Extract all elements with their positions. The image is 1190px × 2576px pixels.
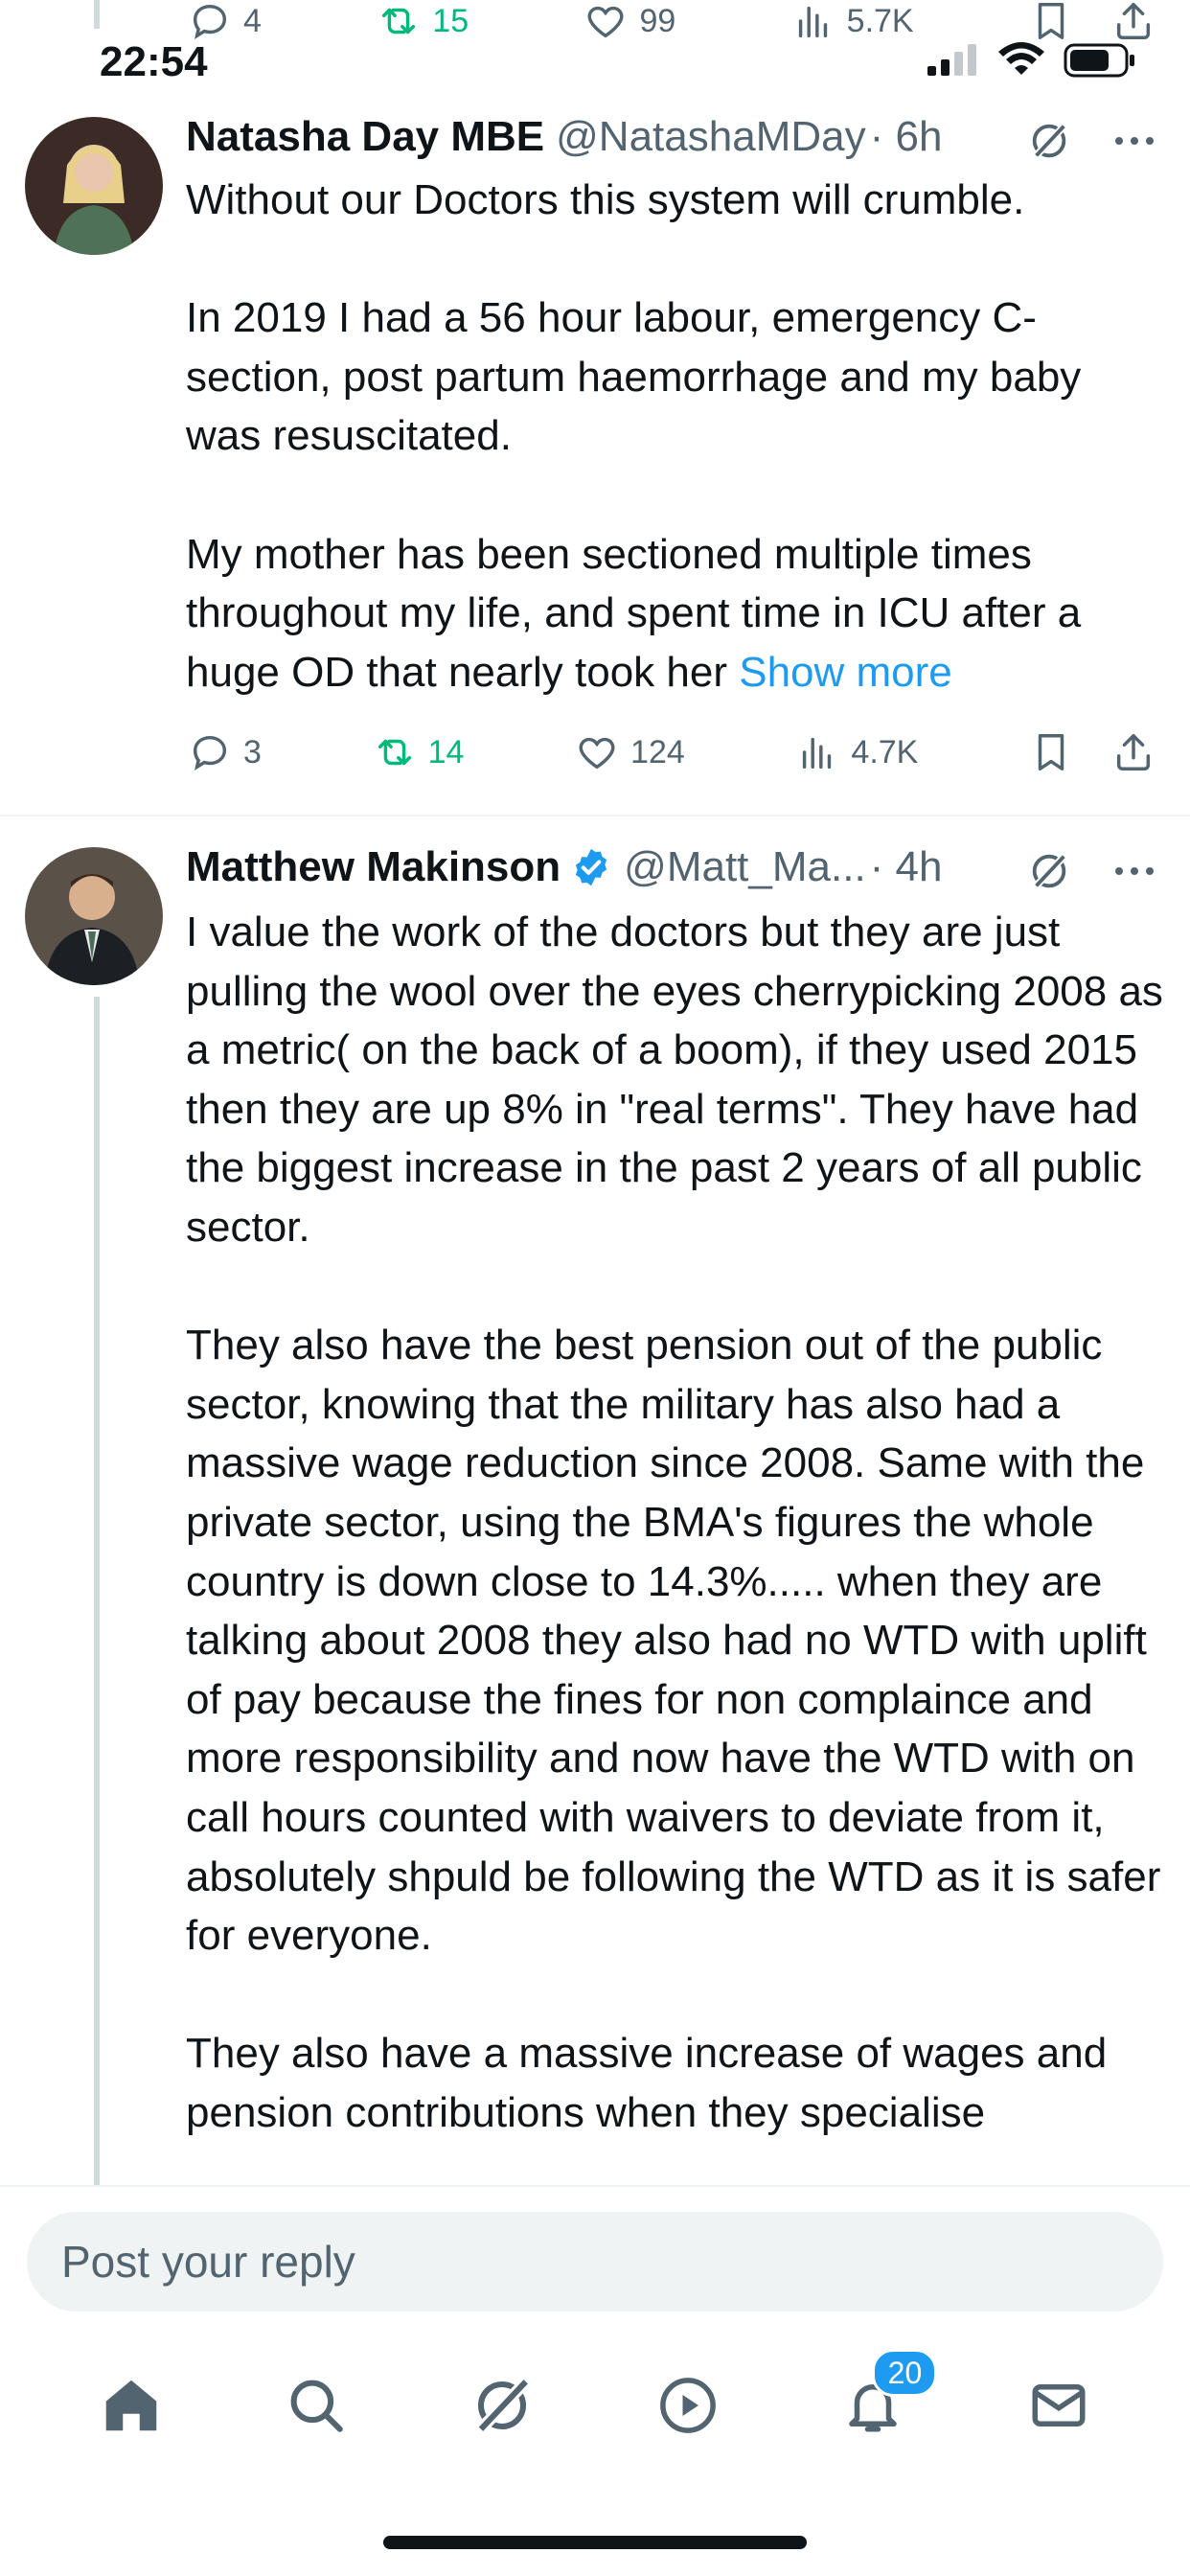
avatar[interactable] — [25, 847, 163, 985]
grok-icon[interactable] — [1027, 849, 1071, 893]
tweet-paragraph: They also have the best pension out of t… — [186, 1322, 1161, 1960]
nav-home[interactable] — [88, 2362, 174, 2449]
nav-messages[interactable] — [1016, 2362, 1102, 2449]
tweet-text: Without our Doctors this system will cru… — [186, 171, 1163, 702]
avatar[interactable] — [25, 117, 163, 255]
mail-icon — [1032, 2384, 1086, 2426]
tweet-paragraph: My mother has been sectioned multiple ti… — [186, 525, 1163, 702]
home-indicator — [383, 2536, 807, 2549]
tweet-divider — [0, 815, 1190, 816]
repost-button[interactable]: 14 — [373, 730, 465, 774]
grok-icon — [473, 2375, 534, 2436]
views-button[interactable]: 4.7K — [795, 730, 918, 774]
previous-tweet-actions: 4 15 99 5.7K — [188, 0, 1156, 48]
bookmark-share-group — [1029, 0, 1156, 43]
post-time: · 6h — [869, 113, 943, 160]
reply-count: 4 — [243, 2, 262, 39]
tweet-menu — [1027, 849, 1156, 893]
views-icon — [803, 737, 832, 770]
handle[interactable]: @NatashaMDay — [556, 113, 865, 161]
repost-button[interactable]: 15 — [377, 0, 469, 43]
avatar-natasha — [25, 117, 163, 255]
post-time: · 4h — [869, 843, 943, 890]
nav-grok[interactable] — [459, 2362, 545, 2449]
heart-icon — [588, 6, 624, 38]
like-count: 99 — [639, 2, 676, 39]
tweet-actions: 3 14 124 4.7K — [188, 725, 1156, 779]
heart-icon — [579, 737, 615, 770]
thread-line — [94, 0, 100, 29]
avatar-matthew — [25, 847, 163, 985]
tweet-paragraph: Without our Doctors this system will cru… — [186, 176, 1025, 223]
views-count: 5.7K — [846, 2, 914, 39]
reply-button[interactable]: 4 — [188, 0, 262, 43]
like-button[interactable]: 124 — [575, 730, 685, 774]
more-icon[interactable] — [1113, 865, 1156, 877]
views-count: 4.7K — [851, 733, 919, 770]
bookmark-icon[interactable] — [1029, 730, 1073, 774]
display-name[interactable]: Matthew Makinson — [186, 843, 561, 891]
like-button[interactable]: 99 — [584, 0, 675, 43]
notification-badge: 20 — [872, 2349, 938, 2397]
tweet-paragraph: I value the work of the doctors but they… — [186, 908, 1163, 1251]
bookmark-icon[interactable] — [1029, 0, 1073, 43]
more-icon[interactable] — [1113, 135, 1156, 147]
reply-count: 3 — [243, 733, 262, 770]
repost-icon — [382, 8, 416, 34]
repost-icon — [378, 739, 411, 766]
reply-input[interactable]: Post your reply — [27, 2212, 1163, 2312]
verified-badge-icon — [570, 846, 612, 888]
bookmark-share-group — [1029, 730, 1156, 774]
repost-count: 15 — [432, 2, 469, 39]
repost-count: 14 — [427, 733, 465, 770]
reply-icon — [193, 4, 227, 39]
signal-icon — [927, 44, 976, 76]
display-name[interactable]: Natasha Day MBE — [186, 113, 544, 161]
like-count: 124 — [630, 733, 685, 770]
share-icon[interactable] — [1111, 0, 1156, 43]
reply-button[interactable]: 3 — [188, 730, 262, 774]
author-line: Matthew Makinson @Matt_Ma... · 4h — [186, 843, 943, 891]
home-icon — [105, 2380, 157, 2431]
handle[interactable]: @Matt_Ma... — [624, 843, 866, 891]
thread-line — [94, 997, 100, 2185]
tweet-text: I value the work of the doctors but they… — [186, 903, 1163, 2185]
show-more-link[interactable]: Show more — [739, 649, 952, 696]
author-line: Natasha Day MBE @NatashaMDay · 6h — [186, 113, 942, 161]
grok-icon[interactable] — [1027, 119, 1071, 163]
tweet-paragraph: In 2019 I had a 56 hour labour, emergenc… — [186, 294, 1082, 460]
share-icon[interactable] — [1111, 730, 1156, 774]
views-button[interactable]: 5.7K — [791, 0, 914, 43]
tweet-paragraph: They also have a massive increase of wag… — [186, 2030, 1108, 2136]
nav-search[interactable] — [273, 2362, 359, 2449]
nav-video[interactable] — [645, 2362, 731, 2449]
views-icon — [798, 6, 827, 38]
reply-icon — [193, 735, 227, 770]
bottom-nav: 20 — [0, 2338, 1190, 2472]
nav-notifications[interactable]: 20 — [830, 2349, 938, 2449]
search-icon — [291, 2380, 344, 2432]
play-icon — [659, 2378, 716, 2433]
tweet-menu — [1027, 119, 1156, 163]
